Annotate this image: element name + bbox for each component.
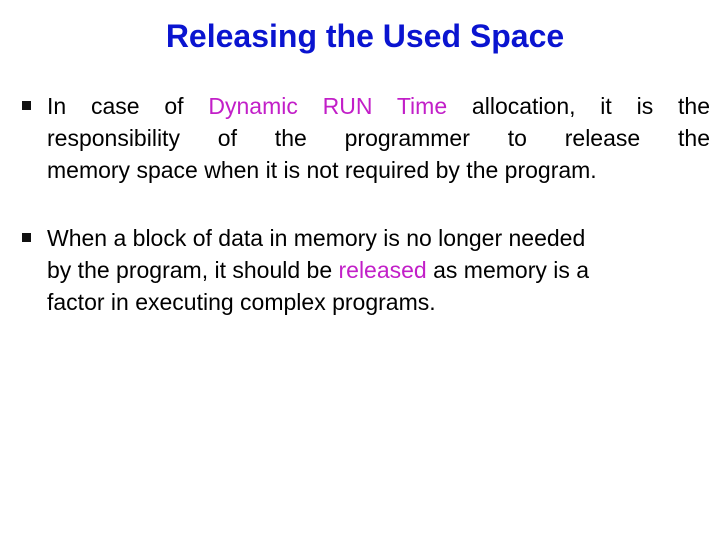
bullet-line: memory space when it is not required by …	[47, 157, 597, 183]
highlighted-term: released	[338, 257, 427, 283]
slide-title: Releasing the Used Space	[165, 18, 565, 54]
bullet-line: When a block of data in memory is no lon…	[47, 225, 586, 251]
bullet-line: factor in executing complex programs.	[47, 289, 436, 315]
bullet-text: When a block of data in memory is no lon…	[47, 222, 707, 318]
square-bullet-icon	[22, 233, 31, 242]
bullet-line: In case of Dynamic RUN Time allocation, …	[47, 93, 710, 119]
square-bullet-icon	[22, 101, 31, 110]
bullet-line: responsibility of the programmer to rele…	[47, 125, 710, 151]
bullet-line: by the program, it should be released as…	[47, 257, 590, 283]
bullet-point-1: In case of Dynamic RUN Time allocation, …	[22, 90, 712, 190]
highlighted-term: Dynamic RUN Time	[208, 93, 448, 119]
bullet-text: In case of Dynamic RUN Time allocation, …	[47, 90, 710, 186]
bullet-point-2: When a block of data in memory is no lon…	[22, 222, 712, 322]
